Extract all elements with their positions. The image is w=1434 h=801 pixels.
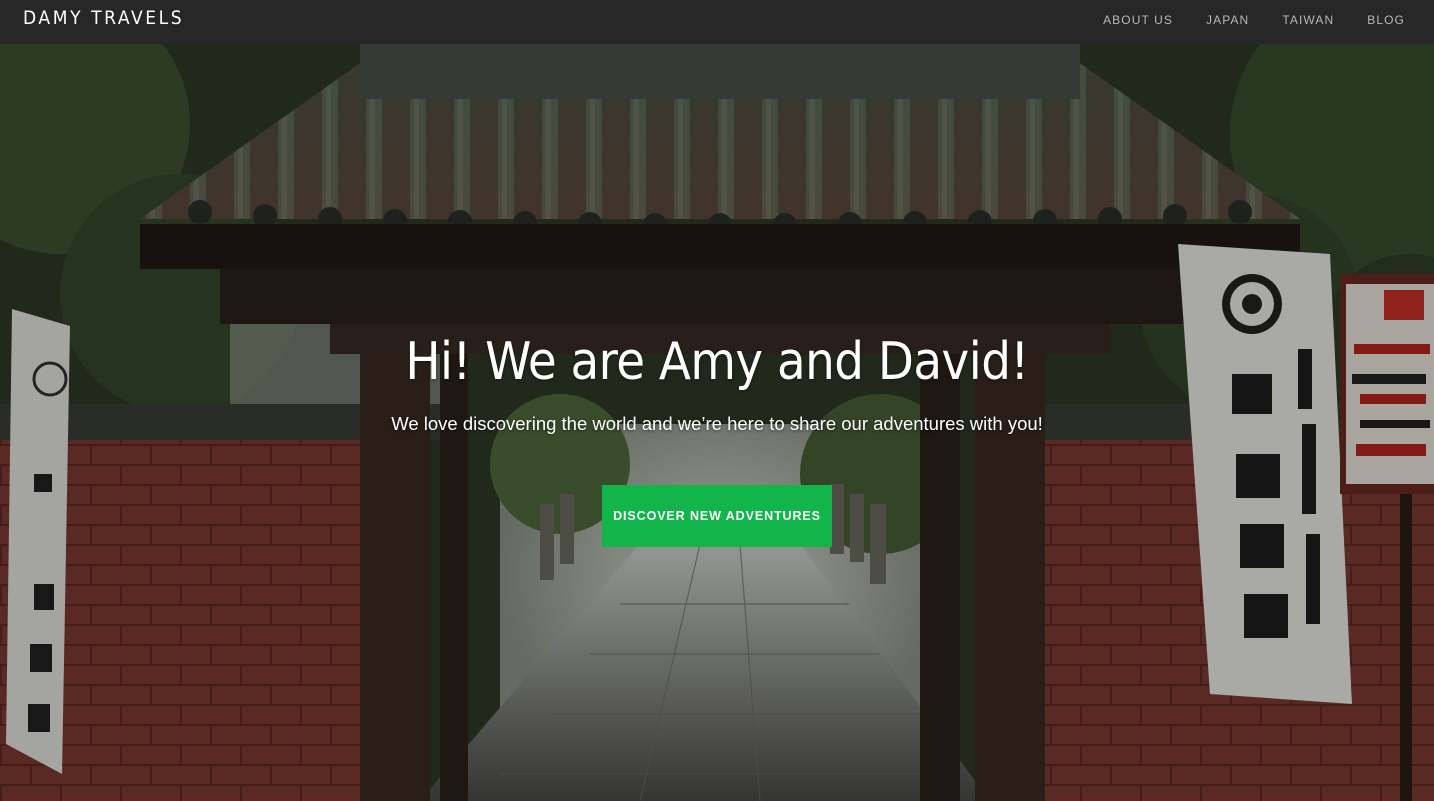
nav-link-japan[interactable]: JAPAN	[1206, 13, 1249, 27]
hero-section: Hi! We are Amy and David! We love discov…	[0, 44, 1434, 801]
nav-link-taiwan[interactable]: TAIWAN	[1282, 13, 1334, 27]
nav-links: ABOUT US JAPAN TAIWAN BLOG	[1070, 13, 1405, 27]
brand-logo[interactable]: DAMY TRAVELS	[23, 7, 184, 29]
nav-link-about-us[interactable]: ABOUT US	[1103, 13, 1173, 27]
hero-title: Hi! We are Amy and David!	[405, 332, 1029, 392]
hero-subtitle: We love discovering the world and we’re …	[391, 413, 1043, 434]
discover-adventures-button[interactable]: DISCOVER NEW ADVENTURES	[602, 485, 832, 547]
top-navbar: DAMY TRAVELS ABOUT US JAPAN TAIWAN BLOG	[0, 0, 1434, 44]
nav-link-blog[interactable]: BLOG	[1367, 13, 1405, 27]
